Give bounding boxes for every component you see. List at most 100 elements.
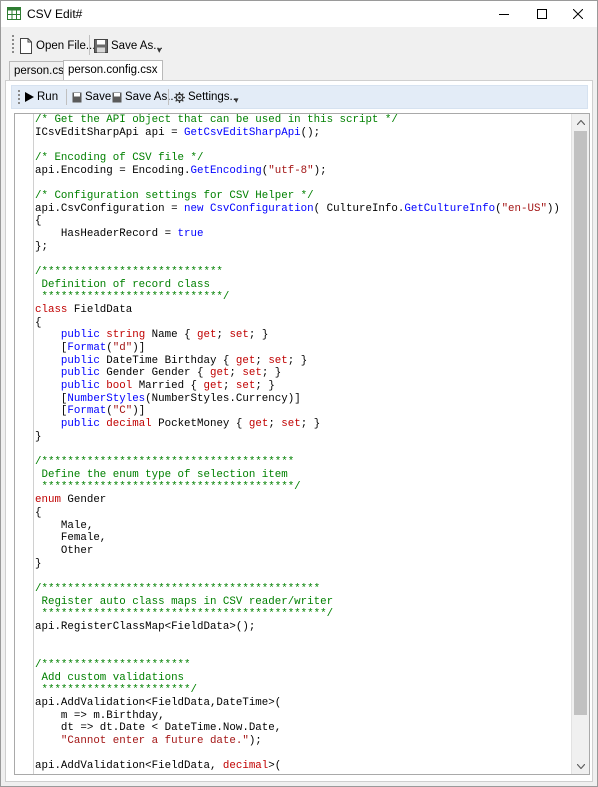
- code-line[interactable]: 15 ****************************/: [35, 291, 571, 304]
- code-line[interactable]: 3: [35, 139, 571, 152]
- code-line[interactable]: 52api.AddValidation<FieldData, decimal>(: [35, 760, 571, 773]
- toolbar-grip[interactable]: [18, 90, 21, 104]
- main-toolbar: Open File... Save As... ▾: [1, 27, 597, 61]
- scroll-up-button[interactable]: [572, 114, 589, 130]
- code-token: get: [248, 418, 269, 431]
- code-token: {: [35, 506, 42, 519]
- window-title: CSV Edit#: [27, 7, 83, 21]
- code-line[interactable]: 4/* Encoding of CSV file */: [35, 152, 571, 165]
- code-token: /* Configuration settings for CSV Helper…: [35, 190, 314, 203]
- code-line[interactable]: 37: [35, 570, 571, 583]
- code-line[interactable]: 43: [35, 646, 571, 659]
- code-line[interactable]: 41api.RegisterClassMap<FieldData>();: [35, 621, 571, 634]
- close-button[interactable]: [559, 1, 597, 27]
- code-line[interactable]: 18 public string Name { get; set; }: [35, 329, 571, 342]
- code-line[interactable]: 45 Add custom validations: [35, 672, 571, 685]
- code-token: public: [60, 329, 100, 342]
- code-line[interactable]: 38/*************************************…: [35, 583, 571, 596]
- code-line[interactable]: 2ICsvEditSharpApi api = GetCsvEditSharpA…: [35, 127, 571, 140]
- code-token: decimal: [222, 760, 269, 773]
- script-panel: Run Save Save As.. Settings.. ▾ /* Get t…: [5, 80, 593, 782]
- code-token: {: [35, 215, 42, 228]
- code-token: get: [197, 329, 217, 342]
- save-label: Save: [85, 91, 112, 103]
- code-token: set: [281, 418, 301, 431]
- code-line[interactable]: 23 [NumberStyles(NumberStyles.Currency)]: [35, 393, 571, 406]
- code-line[interactable]: 31enum Gender: [35, 494, 571, 507]
- code-line[interactable]: 5api.Encoding = Encoding.GetEncoding("ut…: [35, 165, 571, 178]
- scroll-thumb[interactable]: [574, 131, 587, 715]
- run-button[interactable]: Run: [25, 88, 58, 106]
- code-line[interactable]: 21 public Gender Gender { get; set; }: [35, 367, 571, 380]
- code-line[interactable]: 24 [Format("C")]: [35, 405, 571, 418]
- code-line[interactable]: 34 Female,: [35, 532, 571, 545]
- code-area[interactable]: 1/* Get the API object that can be used …: [35, 114, 571, 774]
- code-line[interactable]: 32{: [35, 507, 571, 520]
- code-line[interactable]: 36}: [35, 558, 571, 571]
- code-line[interactable]: 12: [35, 253, 571, 266]
- code-line[interactable]: 20 public DateTime Birthday { get; set; …: [35, 355, 571, 368]
- code-line[interactable]: 42: [35, 634, 571, 647]
- code-line[interactable]: 26}: [35, 431, 571, 444]
- code-line[interactable]: 51: [35, 748, 571, 761]
- code-line[interactable]: 22 public bool Married { get; set; }: [35, 380, 571, 393]
- code-token: ; }: [255, 380, 275, 393]
- code-line[interactable]: 8api.CsvConfiguration = new CsvConfigura…: [35, 203, 571, 216]
- code-token: get: [235, 354, 256, 367]
- code-token: api.RegisterClassMap<FieldData>();: [35, 620, 256, 633]
- code-line[interactable]: 13/****************************: [35, 266, 571, 279]
- minimize-button[interactable]: [485, 1, 523, 27]
- code-line[interactable]: 17{: [35, 317, 571, 330]
- toolbar-grip[interactable]: [12, 35, 15, 53]
- code-line[interactable]: 16class FieldData: [35, 304, 571, 317]
- code-line[interactable]: 7/* Configuration settings for CSV Helpe…: [35, 190, 571, 203]
- code-line[interactable]: 28/*************************************…: [35, 456, 571, 469]
- code-editor[interactable]: 1/* Get the API object that can be used …: [14, 113, 590, 775]
- code-line[interactable]: 46 ***********************/: [35, 684, 571, 697]
- code-token: string: [106, 329, 146, 342]
- code-line[interactable]: 1/* Get the API object that can be used …: [35, 114, 571, 127]
- settings-button[interactable]: Settings..: [174, 88, 236, 106]
- code-token: GetCultureInfo: [404, 202, 496, 215]
- code-token: set: [242, 367, 262, 380]
- vertical-scrollbar[interactable]: [571, 114, 589, 774]
- code-token: true: [177, 228, 204, 241]
- code-line[interactable]: 9{: [35, 215, 571, 228]
- code-line[interactable]: 19 [Format("d")]: [35, 342, 571, 355]
- maximize-button[interactable]: [523, 1, 561, 27]
- code-line[interactable]: 33 Male,: [35, 520, 571, 533]
- code-line[interactable]: 35 Other: [35, 545, 571, 558]
- code-line[interactable]: 11};: [35, 241, 571, 254]
- code-line[interactable]: 30 *************************************…: [35, 481, 571, 494]
- code-token: [: [35, 392, 68, 405]
- code-token: /* Get the API object that can be used i…: [35, 114, 398, 126]
- scroll-down-button[interactable]: [572, 758, 589, 774]
- code-line[interactable]: 27: [35, 443, 571, 456]
- code-token: Other: [35, 544, 94, 557]
- code-token: }: [35, 430, 42, 443]
- code-line[interactable]: 14 Definition of record class: [35, 279, 571, 292]
- tab-person-config-csx[interactable]: person.config.csx: [63, 60, 163, 81]
- code-line[interactable]: 39 Register auto class maps in CSV reade…: [35, 596, 571, 609]
- code-token: )]: [132, 405, 146, 418]
- code-line[interactable]: 6: [35, 177, 571, 190]
- code-line[interactable]: 44/***********************: [35, 659, 571, 672]
- toolbar-overflow-icon[interactable]: ▾: [157, 45, 162, 56]
- code-line[interactable]: 25 public decimal PocketMoney { get; set…: [35, 418, 571, 431]
- code-token: NumberStyles: [67, 392, 146, 405]
- code-line[interactable]: 47api.AddValidation<FieldData,DateTime>(: [35, 697, 571, 710]
- save-as-button[interactable]: Save As...: [94, 35, 163, 57]
- toolbar-overflow-icon[interactable]: ▾: [234, 95, 239, 106]
- open-file-button[interactable]: Open File...: [19, 35, 95, 57]
- script-save-as-button[interactable]: Save As..: [112, 88, 174, 106]
- code-line[interactable]: 40 *************************************…: [35, 608, 571, 621]
- code-line[interactable]: 50 "Cannot enter a future date.");: [35, 735, 571, 748]
- code-line[interactable]: 10 HasHeaderRecord = true: [35, 228, 571, 241]
- save-button[interactable]: Save: [72, 88, 111, 106]
- code-line[interactable]: 29 Define the enum type of selection ite…: [35, 469, 571, 482]
- code-line[interactable]: 49 dt => dt.Date < DateTime.Now.Date,: [35, 722, 571, 735]
- code-line[interactable]: 48 m => m.Birthday,: [35, 710, 571, 723]
- play-icon: [25, 92, 34, 102]
